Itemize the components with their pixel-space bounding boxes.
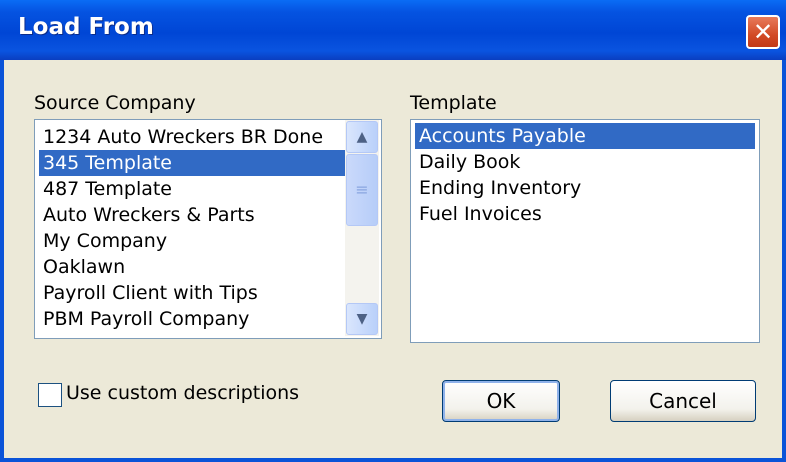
title-bar[interactable]: Load From ✕ (0, 0, 786, 60)
custom-descriptions-label[interactable]: Use custom descriptions (66, 382, 299, 404)
template-item[interactable]: Fuel Invoices (415, 201, 755, 227)
source-company-item[interactable]: Oaklawn (39, 254, 345, 280)
source-company-scrollbar[interactable]: ▲ ≡ ▼ (345, 120, 379, 336)
chevron-down-icon: ▼ (356, 311, 368, 327)
ok-button[interactable]: OK (442, 380, 560, 422)
scroll-thumb[interactable]: ≡ (346, 154, 378, 226)
close-icon: ✕ (752, 18, 774, 46)
load-from-dialog: Load From ✕ Source Company 1234 Auto Wre… (0, 0, 786, 462)
template-list[interactable]: Accounts Payable Daily Book Ending Invento… (410, 119, 760, 343)
source-company-item[interactable]: 345 Template (39, 150, 345, 176)
window-title: Load From (18, 14, 154, 40)
source-company-label: Source Company (34, 92, 196, 114)
source-company-item[interactable]: PBM Payroll Company (39, 306, 345, 332)
cancel-button[interactable]: Cancel (610, 380, 756, 422)
custom-descriptions-checkbox[interactable] (38, 383, 62, 407)
template-item[interactable]: Daily Book (415, 149, 755, 175)
scroll-down-button[interactable]: ▼ (346, 303, 378, 335)
chevron-up-icon: ▲ (356, 129, 368, 145)
source-company-list[interactable]: 1234 Auto Wreckers BR Done 345 Template 48… (34, 119, 382, 339)
template-label: Template (410, 92, 497, 114)
source-company-item[interactable]: My Company (39, 228, 345, 254)
source-company-item[interactable]: Auto Wreckers & Parts (39, 202, 345, 228)
source-company-item[interactable]: Payroll Client with Tips (39, 280, 345, 306)
close-button[interactable]: ✕ (746, 15, 780, 49)
scroll-up-button[interactable]: ▲ (346, 121, 378, 153)
template-item[interactable]: Ending Inventory (415, 175, 755, 201)
source-company-item[interactable]: 1234 Auto Wreckers BR Done (39, 124, 345, 150)
grip-icon: ≡ (355, 180, 369, 199)
source-company-item[interactable]: 487 Template (39, 176, 345, 202)
template-item[interactable]: Accounts Payable (415, 123, 755, 149)
